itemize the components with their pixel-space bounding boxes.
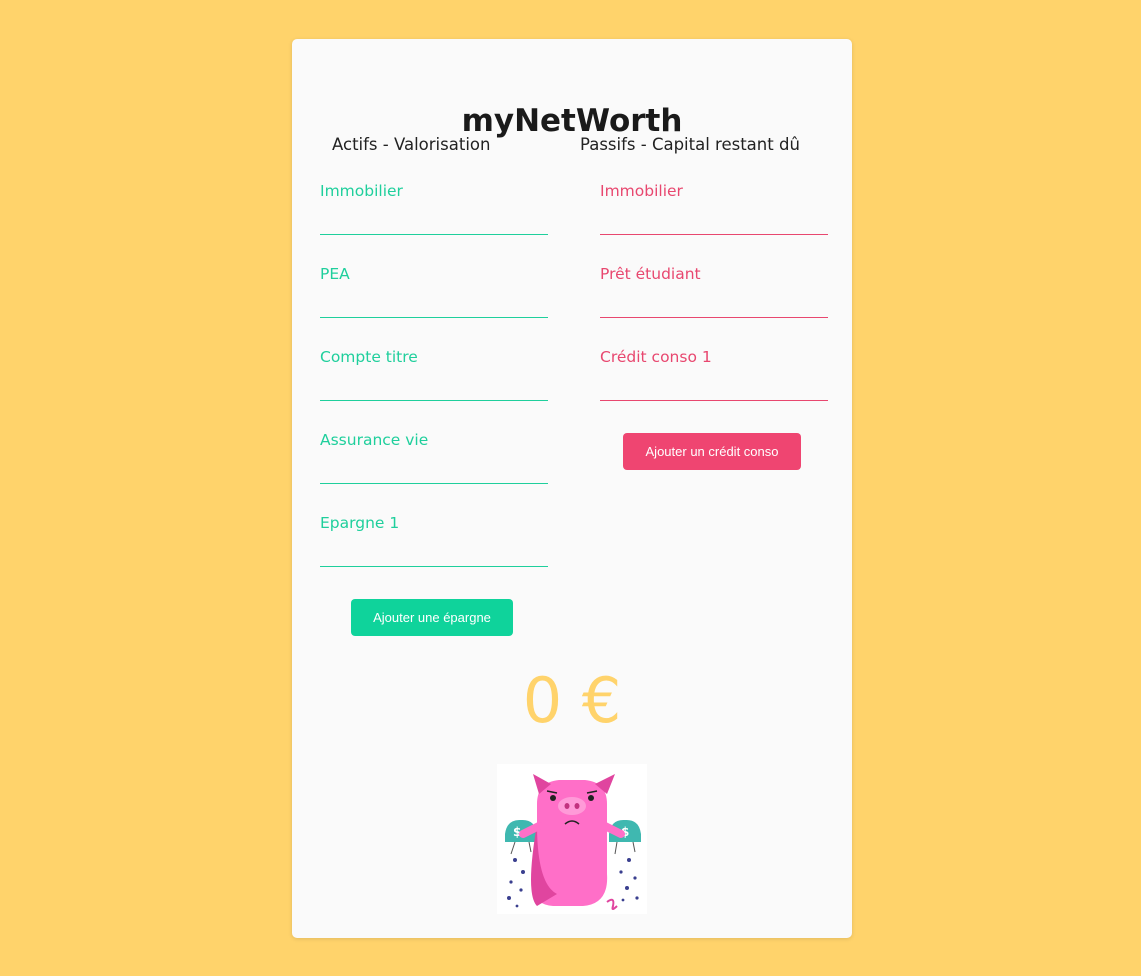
liability-pret-etudiant-input[interactable] xyxy=(600,293,828,317)
assets-heading: Actifs - Valorisation xyxy=(332,135,491,154)
app-title: myNetWorth xyxy=(461,103,683,139)
asset-field-label: Immobilier xyxy=(320,182,403,200)
liability-field-label: Immobilier xyxy=(600,182,683,200)
liability-field-pret-etudiant: Prêt étudiant xyxy=(600,264,828,318)
add-consumer-credit-button[interactable]: Ajouter un crédit conso xyxy=(623,433,801,470)
asset-field-compte-titre: Compte titre xyxy=(320,347,548,401)
asset-field-assurance-vie: Assurance vie xyxy=(320,430,548,484)
asset-field-label: Epargne 1 xyxy=(320,514,400,532)
asset-epargne-1-input[interactable] xyxy=(320,542,548,566)
liabilities-heading: Passifs - Capital restant dû xyxy=(580,135,800,154)
liability-field-label: Prêt étudiant xyxy=(600,265,701,283)
asset-assurance-vie-input[interactable] xyxy=(320,459,548,483)
asset-pea-input[interactable] xyxy=(320,293,548,317)
liability-immobilier-input[interactable] xyxy=(600,210,828,234)
piggy-bank-icon: $ $ xyxy=(497,764,647,914)
add-savings-button[interactable]: Ajouter une épargne xyxy=(351,599,513,636)
liability-field-label: Crédit conso 1 xyxy=(600,348,712,366)
asset-immobilier-input[interactable] xyxy=(320,210,548,234)
asset-field-immobilier: Immobilier xyxy=(320,181,548,235)
input-underline xyxy=(600,400,828,401)
input-underline xyxy=(320,566,548,567)
net-worth-total: 0 € xyxy=(522,664,622,737)
input-underline xyxy=(320,234,548,235)
networth-card: myNetWorth Actifs - Valorisation Passifs… xyxy=(292,39,852,938)
asset-field-label: PEA xyxy=(320,265,350,283)
liability-credit-conso-1-input[interactable] xyxy=(600,376,828,400)
liability-field-credit-conso-1: Crédit conso 1 xyxy=(600,347,828,401)
input-underline xyxy=(600,317,828,318)
input-underline xyxy=(320,400,548,401)
input-underline xyxy=(600,234,828,235)
input-underline xyxy=(320,317,548,318)
asset-field-pea: PEA xyxy=(320,264,548,318)
input-underline xyxy=(320,483,548,484)
asset-compte-titre-input[interactable] xyxy=(320,376,548,400)
asset-field-epargne-1: Epargne 1 xyxy=(320,513,548,567)
asset-field-label: Assurance vie xyxy=(320,431,429,449)
liability-field-immobilier: Immobilier xyxy=(600,181,828,235)
asset-field-label: Compte titre xyxy=(320,348,418,366)
